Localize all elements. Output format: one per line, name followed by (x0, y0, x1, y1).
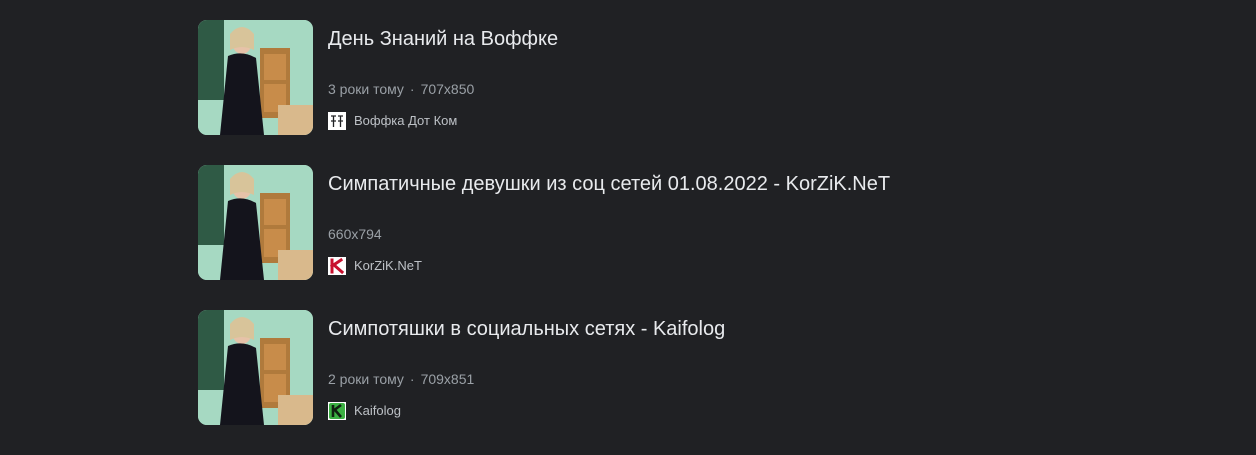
korzik-favicon-icon (328, 257, 346, 275)
source-name: Воффка Дот Ком (354, 113, 458, 128)
meta-separator: · (409, 371, 415, 387)
meta-separator: · (409, 81, 415, 97)
result-meta: 2 роки тому · 709x851 (328, 370, 474, 388)
result-age: 3 роки тому (328, 81, 404, 97)
result-source[interactable]: Воффка Дот Ком (328, 112, 457, 130)
result-title[interactable]: Симпатичные девушки из соц сетей 01.08.2… (328, 172, 890, 196)
result-item[interactable]: Симпатичные девушки из соц сетей 01.08.2… (198, 165, 1198, 280)
photo-thumbnail-image (198, 310, 313, 425)
source-name: Kaifolog (354, 403, 401, 418)
photo-thumbnail-image (198, 20, 313, 135)
result-age: 2 роки тому (328, 371, 404, 387)
result-meta: 3 роки тому · 707x850 (328, 80, 474, 98)
result-source[interactable]: Kaifolog (328, 402, 401, 420)
result-thumbnail[interactable] (198, 20, 313, 135)
result-meta: 660x794 (328, 225, 382, 243)
result-dimensions: 707x850 (420, 81, 475, 97)
voffka-favicon-icon (328, 112, 346, 130)
result-dimensions: 709x851 (420, 371, 475, 387)
result-thumbnail[interactable] (198, 310, 313, 425)
result-dimensions: 660x794 (328, 226, 382, 242)
photo-thumbnail-image (198, 165, 313, 280)
result-title[interactable]: Симпотяшки в социальных сетях - Kaifolog (328, 317, 725, 341)
image-results-list: День Знаний на Воффке 3 роки тому · 707x85… (198, 20, 1198, 455)
result-thumbnail[interactable] (198, 165, 313, 280)
source-name: KorZiK.NeT (354, 258, 422, 273)
result-item[interactable]: Симпотяшки в социальных сетях - Kaifolog… (198, 310, 1198, 425)
result-source[interactable]: KorZiK.NeT (328, 257, 422, 275)
kaifolog-favicon-icon (328, 402, 346, 420)
result-title[interactable]: День Знаний на Воффке (328, 27, 558, 51)
result-item[interactable]: День Знаний на Воффке 3 роки тому · 707x85… (198, 20, 1198, 135)
